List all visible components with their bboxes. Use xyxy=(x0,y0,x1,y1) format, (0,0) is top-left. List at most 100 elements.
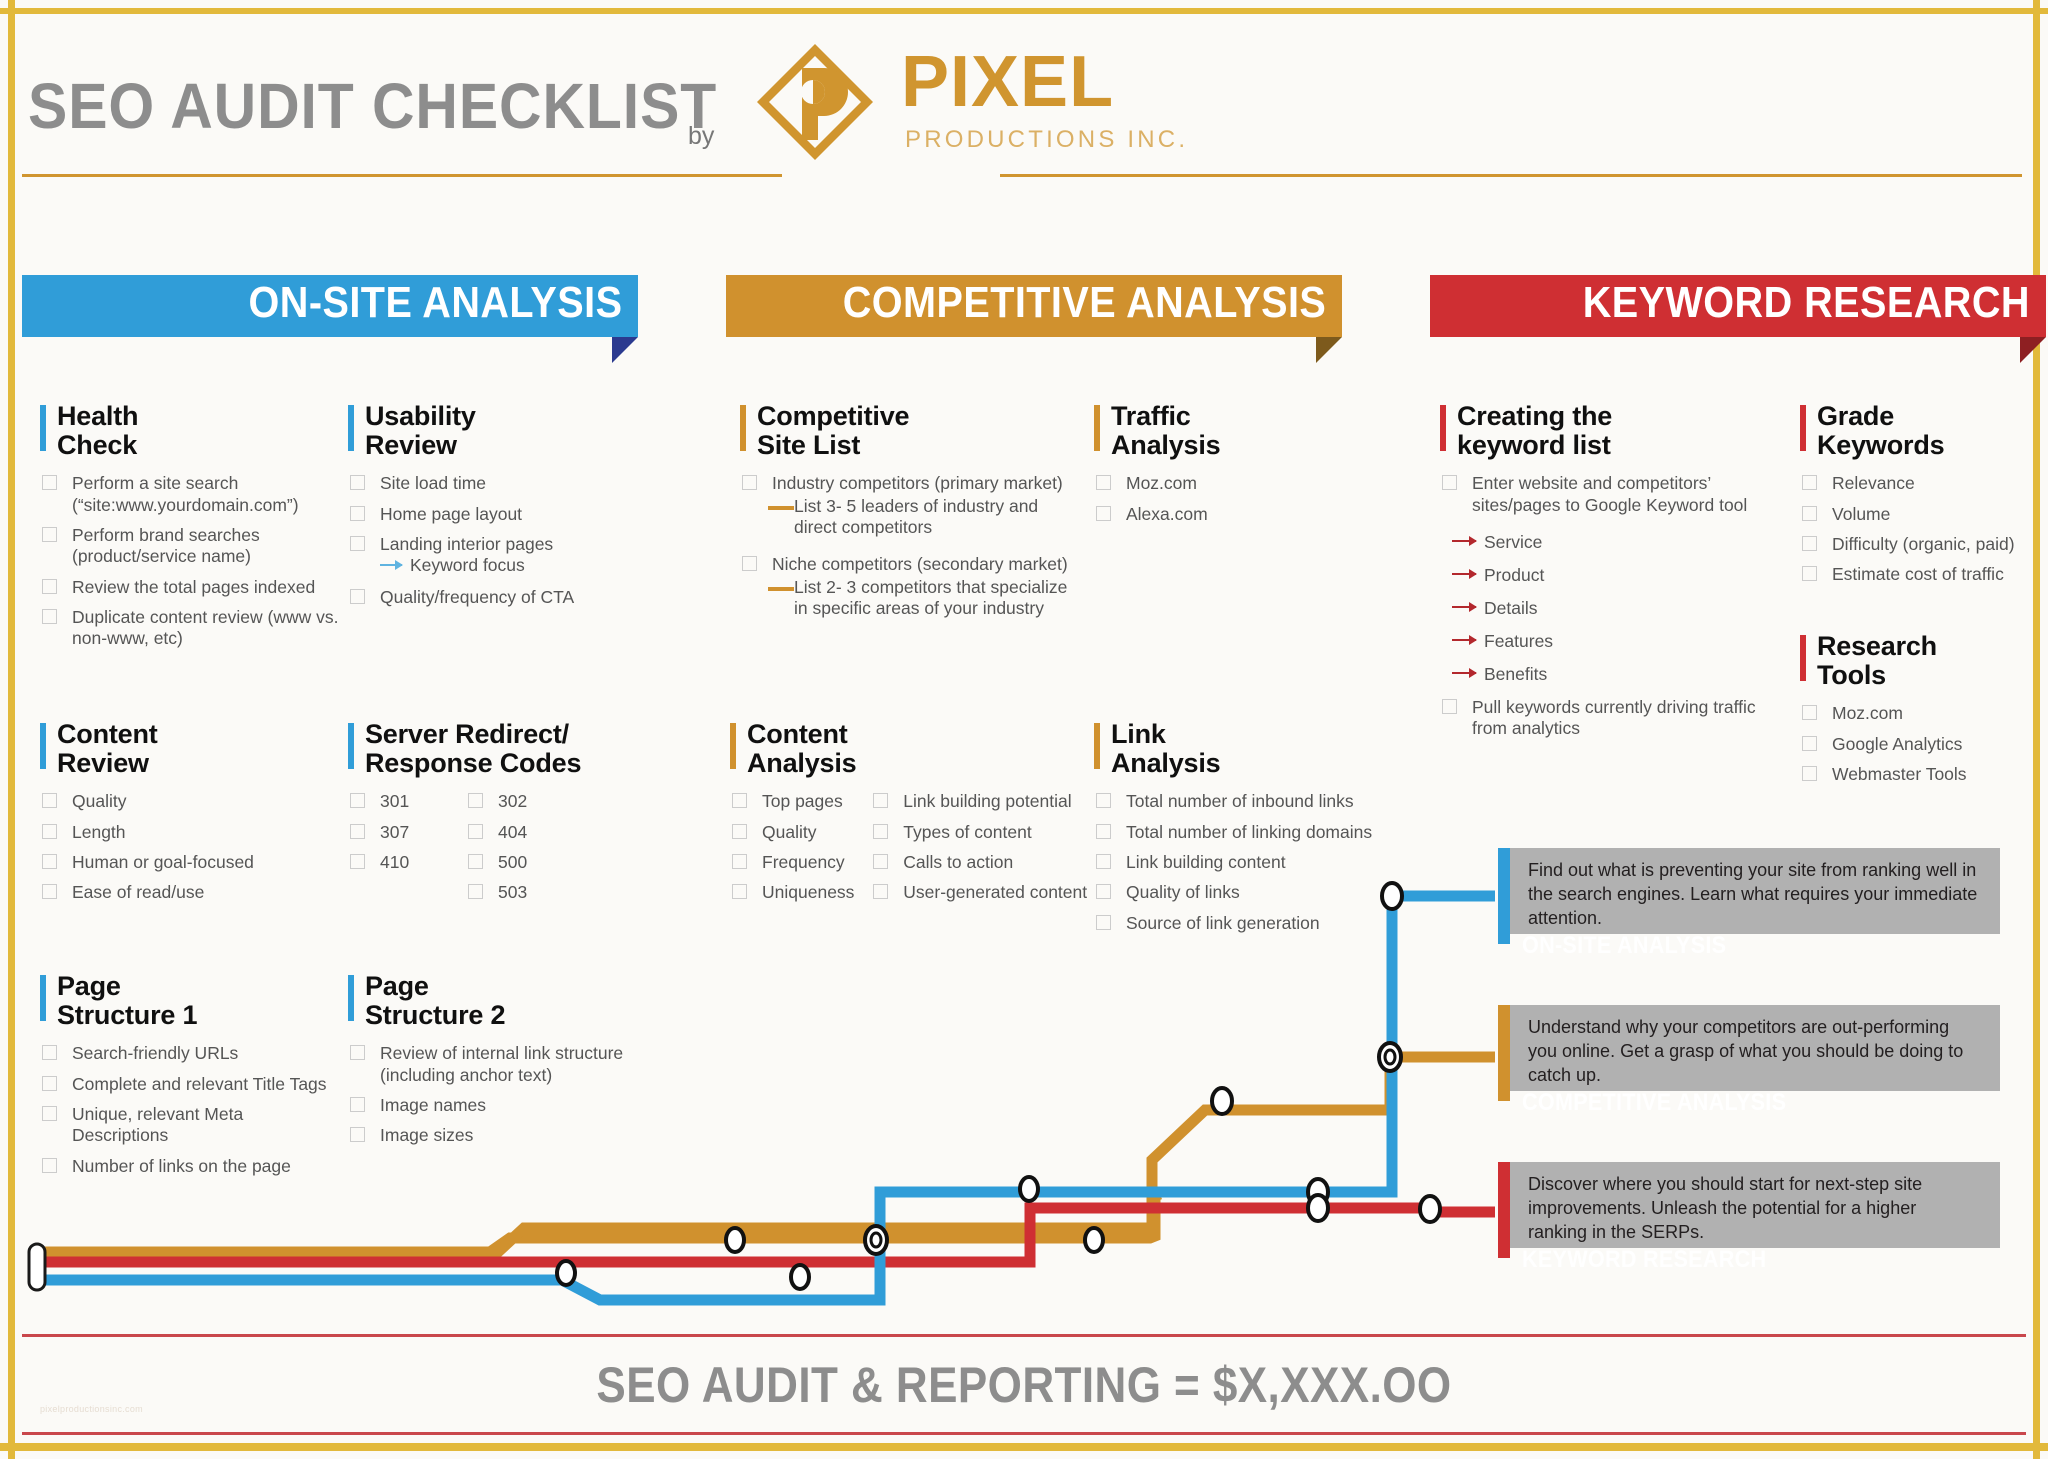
checkbox-icon[interactable] xyxy=(468,884,483,900)
checkbox-icon[interactable] xyxy=(42,608,57,624)
checklist-item[interactable]: Pull keywords currently driving traffic … xyxy=(1440,697,1790,740)
checklist-item[interactable]: Number of links on the page xyxy=(40,1156,330,1177)
checkbox-icon[interactable] xyxy=(468,823,483,839)
checklist-item[interactable]: Image names xyxy=(348,1095,658,1116)
checkbox-icon[interactable] xyxy=(350,475,365,491)
checklist-item[interactable]: Home page layout xyxy=(348,504,598,525)
checkbox-icon[interactable] xyxy=(42,1045,57,1061)
checklist-item[interactable]: Search-friendly URLs xyxy=(40,1043,330,1064)
checklist-item[interactable]: 410 xyxy=(348,852,466,873)
checklist-item[interactable]: 307 xyxy=(348,822,466,843)
checklist-item[interactable]: Quality of links xyxy=(1094,882,1384,903)
checklist-item[interactable]: Image sizes xyxy=(348,1125,658,1146)
checklist-item[interactable]: Top pages xyxy=(730,791,857,812)
checkbox-icon[interactable] xyxy=(732,884,747,900)
checklist-item[interactable]: 302 xyxy=(466,791,584,812)
checkbox-icon[interactable] xyxy=(873,793,889,809)
checklist-item[interactable]: Review of internal link structure (inclu… xyxy=(348,1043,658,1086)
checkbox-icon[interactable] xyxy=(873,823,889,839)
checkbox-icon[interactable] xyxy=(42,884,57,900)
checklist-item[interactable]: User-generated content xyxy=(871,882,1090,903)
checklist-item[interactable]: Quality xyxy=(40,791,330,812)
checklist-item[interactable]: Webmaster Tools xyxy=(1800,764,2048,785)
checklist-item[interactable]: Source of link generation xyxy=(1094,913,1384,934)
checklist-item[interactable]: Relevance xyxy=(1800,473,2048,494)
checklist-item[interactable]: Moz.com xyxy=(1094,473,1344,494)
checkbox-icon[interactable] xyxy=(1802,475,1817,491)
checkbox-icon[interactable] xyxy=(42,1075,57,1091)
checkbox-icon[interactable] xyxy=(42,578,57,594)
checkbox-icon[interactable] xyxy=(1802,505,1817,521)
checklist-item[interactable]: Estimate cost of traffic xyxy=(1800,564,2048,585)
checklist-item[interactable]: Link building content xyxy=(1094,852,1384,873)
checkbox-icon[interactable] xyxy=(1096,475,1111,491)
checkbox-icon[interactable] xyxy=(468,793,483,809)
checklist-item[interactable]: Enter website and competitors’ sites/pag… xyxy=(1440,473,1790,516)
checklist-item[interactable]: Calls to action xyxy=(871,852,1090,873)
checkbox-icon[interactable] xyxy=(1802,765,1817,781)
checkbox-icon[interactable] xyxy=(732,793,747,809)
checklist-item[interactable]: Perform brand searches (product/service … xyxy=(40,525,340,568)
checkbox-icon[interactable] xyxy=(350,853,365,869)
checklist-item[interactable]: Duplicate content review (www vs. non-ww… xyxy=(40,607,340,650)
checklist-item[interactable]: 503 xyxy=(466,882,584,903)
checklist-item[interactable]: Site load time xyxy=(348,473,598,494)
checkbox-icon[interactable] xyxy=(1096,853,1111,869)
checkbox-icon[interactable] xyxy=(732,853,747,869)
checkbox-icon[interactable] xyxy=(42,1105,57,1121)
checklist-item[interactable]: Complete and relevant Title Tags xyxy=(40,1074,330,1095)
checkbox-icon[interactable] xyxy=(42,823,57,839)
checkbox-icon[interactable] xyxy=(350,823,365,839)
checkbox-icon[interactable] xyxy=(42,1157,57,1173)
checkbox-icon[interactable] xyxy=(350,1045,365,1061)
checkbox-icon[interactable] xyxy=(350,1127,365,1143)
checkbox-icon[interactable] xyxy=(468,853,483,869)
checklist-item[interactable]: Types of content xyxy=(871,822,1090,843)
checkbox-icon[interactable] xyxy=(1442,698,1457,714)
checklist-item[interactable]: Unique, relevant Meta Descriptions xyxy=(40,1104,330,1147)
checkbox-icon[interactable] xyxy=(1442,475,1457,491)
checklist-item[interactable]: Link building potential xyxy=(871,791,1090,812)
checklist-item[interactable]: Perform a site search (“site:www.yourdom… xyxy=(40,473,340,516)
checkbox-icon[interactable] xyxy=(350,505,365,521)
checklist-item[interactable]: Landing interior pages Keyword focus xyxy=(348,534,598,577)
checklist-item[interactable]: Length xyxy=(40,822,330,843)
checklist-item[interactable]: Volume xyxy=(1800,504,2048,525)
checkbox-icon[interactable] xyxy=(1802,735,1817,751)
checklist-item[interactable]: Ease of read/use xyxy=(40,882,330,903)
checklist-item[interactable]: Moz.com xyxy=(1800,703,2048,724)
checklist-item[interactable]: Human or goal-focused xyxy=(40,852,330,873)
checklist-item[interactable]: Google Analytics xyxy=(1800,734,2048,755)
checkbox-icon[interactable] xyxy=(350,588,365,604)
checklist-item[interactable]: Total number of inbound links xyxy=(1094,791,1384,812)
checklist-item[interactable]: 301 xyxy=(348,791,466,812)
checkbox-icon[interactable] xyxy=(1802,535,1817,551)
checklist-item[interactable]: Uniqueness xyxy=(730,882,857,903)
checklist-item[interactable]: 500 xyxy=(466,852,584,873)
checkbox-icon[interactable] xyxy=(1096,914,1111,930)
checklist-item[interactable]: Alexa.com xyxy=(1094,504,1344,525)
checklist-item[interactable]: Review the total pages indexed xyxy=(40,577,340,598)
checkbox-icon[interactable] xyxy=(873,884,889,900)
checkbox-icon[interactable] xyxy=(1802,705,1817,721)
checkbox-icon[interactable] xyxy=(1096,793,1111,809)
checkbox-icon[interactable] xyxy=(350,535,365,551)
checkbox-icon[interactable] xyxy=(732,823,747,839)
checkbox-icon[interactable] xyxy=(350,793,365,809)
checklist-item[interactable]: Niche competitors (secondary market) Lis… xyxy=(740,554,1070,619)
checkbox-icon[interactable] xyxy=(1096,505,1111,521)
checkbox-icon[interactable] xyxy=(742,475,757,491)
checklist-item[interactable]: Industry competitors (primary market) Li… xyxy=(740,473,1070,538)
checklist-item[interactable]: Total number of linking domains xyxy=(1094,822,1384,843)
checklist-item[interactable]: Difficulty (organic, paid) xyxy=(1800,534,2048,555)
checkbox-icon[interactable] xyxy=(1096,823,1111,839)
checkbox-icon[interactable] xyxy=(42,853,57,869)
checkbox-icon[interactable] xyxy=(42,475,57,491)
checklist-item[interactable]: Frequency xyxy=(730,852,857,873)
checkbox-icon[interactable] xyxy=(350,1096,365,1112)
checkbox-icon[interactable] xyxy=(1096,884,1111,900)
checkbox-icon[interactable] xyxy=(1802,566,1817,582)
checklist-item[interactable]: Quality/frequency of CTA xyxy=(348,587,598,608)
checkbox-icon[interactable] xyxy=(873,853,889,869)
checkbox-icon[interactable] xyxy=(742,556,757,572)
